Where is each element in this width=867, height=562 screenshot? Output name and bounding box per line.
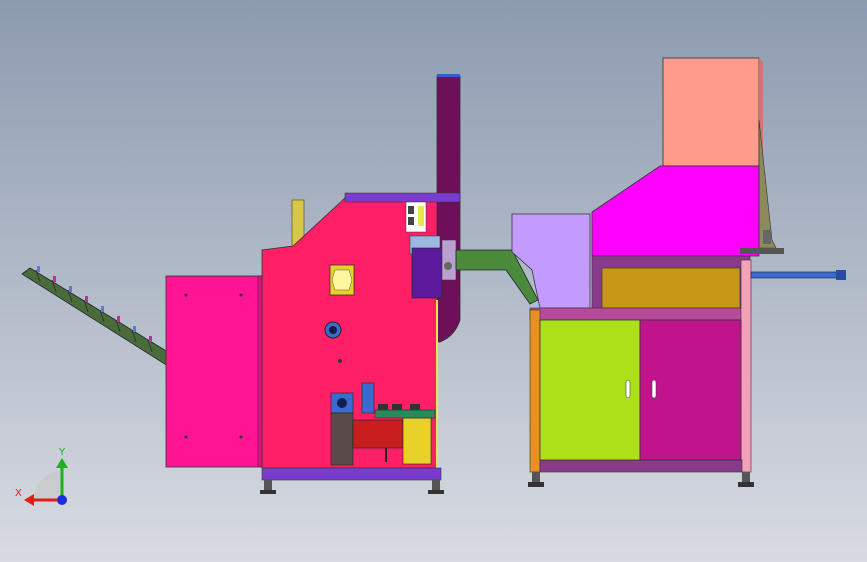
cad-viewport[interactable]: X Y <box>0 0 867 562</box>
right-feet <box>528 472 754 487</box>
triad-y-label: Y <box>58 447 66 458</box>
left-side-panel <box>165 275 267 468</box>
cabinet-door-right <box>639 319 742 461</box>
lower-hopper <box>591 165 784 257</box>
left-base <box>260 467 444 494</box>
cad-model: X Y <box>15 57 846 506</box>
side-rod <box>750 270 846 280</box>
triad-x-label: X <box>15 488 22 499</box>
inclined-conveyor <box>21 266 169 367</box>
axis-triad <box>24 458 68 506</box>
cabinet-door-left <box>539 319 641 461</box>
discharge-chute <box>436 74 461 343</box>
